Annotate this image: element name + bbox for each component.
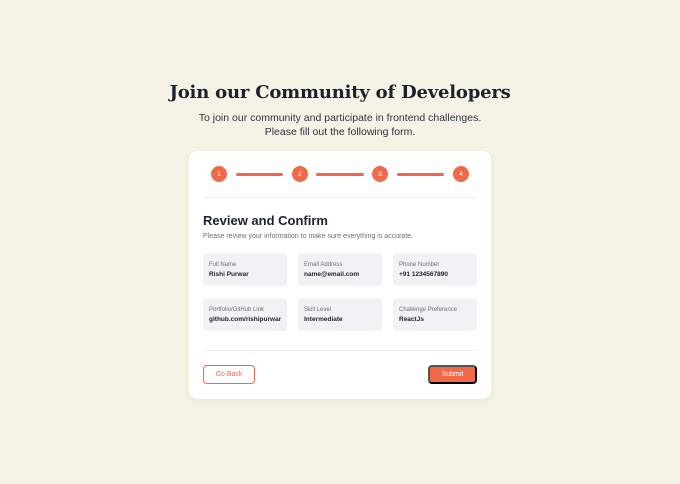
field-label: Phone Number: [399, 262, 440, 268]
summary-skill-level: Skill Level Intermediate: [298, 298, 382, 331]
step-connector-2: [316, 173, 364, 176]
step-connector-3: [397, 173, 444, 176]
field-label: Email Address: [304, 262, 343, 268]
field-value: Rishi Purwar: [209, 271, 249, 278]
form-card: 1 2 3 4 Review and Confirm Please review…: [189, 151, 491, 399]
stepper: 1 2 3 4: [211, 166, 469, 182]
field-value: github.com/rishipurwar1: [209, 316, 281, 323]
page-title: Join our Community of Developers: [169, 82, 511, 103]
actions-divider: [203, 350, 477, 351]
summary-phone: Phone Number +91 1234567890: [393, 253, 477, 286]
section-description: Please review your information to make s…: [203, 233, 414, 240]
subtitle-line-2: Please fill out the following form.: [264, 126, 416, 138]
page-subtitle: To join our community and participate in…: [0, 111, 680, 139]
field-label: Skill Level: [304, 307, 332, 313]
step-1[interactable]: 1: [211, 166, 227, 182]
field-label: Portfolio/GitHub Link: [209, 307, 265, 313]
section-title: Review and Confirm: [203, 213, 328, 228]
summary-email: Email Address name@email.com: [298, 253, 382, 286]
field-value: ReactJs: [399, 316, 424, 323]
field-value: name@email.com: [304, 271, 360, 278]
field-label: Challenge Preference: [399, 307, 458, 313]
step-4[interactable]: 4: [453, 166, 469, 182]
step-2[interactable]: 2: [292, 166, 308, 182]
step-3[interactable]: 3: [372, 166, 388, 182]
field-value: +91 1234567890: [399, 271, 448, 278]
summary-challenge-preference: Challenge Preference ReactJs: [393, 298, 477, 331]
subtitle-line-1: To join our community and participate in…: [198, 112, 482, 124]
summary-full-name: Full Name Rishi Purwar: [203, 253, 287, 286]
stepper-divider: [203, 197, 477, 198]
field-label: Full Name: [209, 262, 237, 268]
go-back-button[interactable]: Go Back: [203, 365, 255, 384]
step-connector-1: [236, 173, 283, 176]
submit-button[interactable]: Submit: [428, 365, 477, 384]
field-value: Intermediate: [304, 316, 343, 323]
summary-portfolio: Portfolio/GitHub Link github.com/rishipu…: [203, 298, 287, 331]
